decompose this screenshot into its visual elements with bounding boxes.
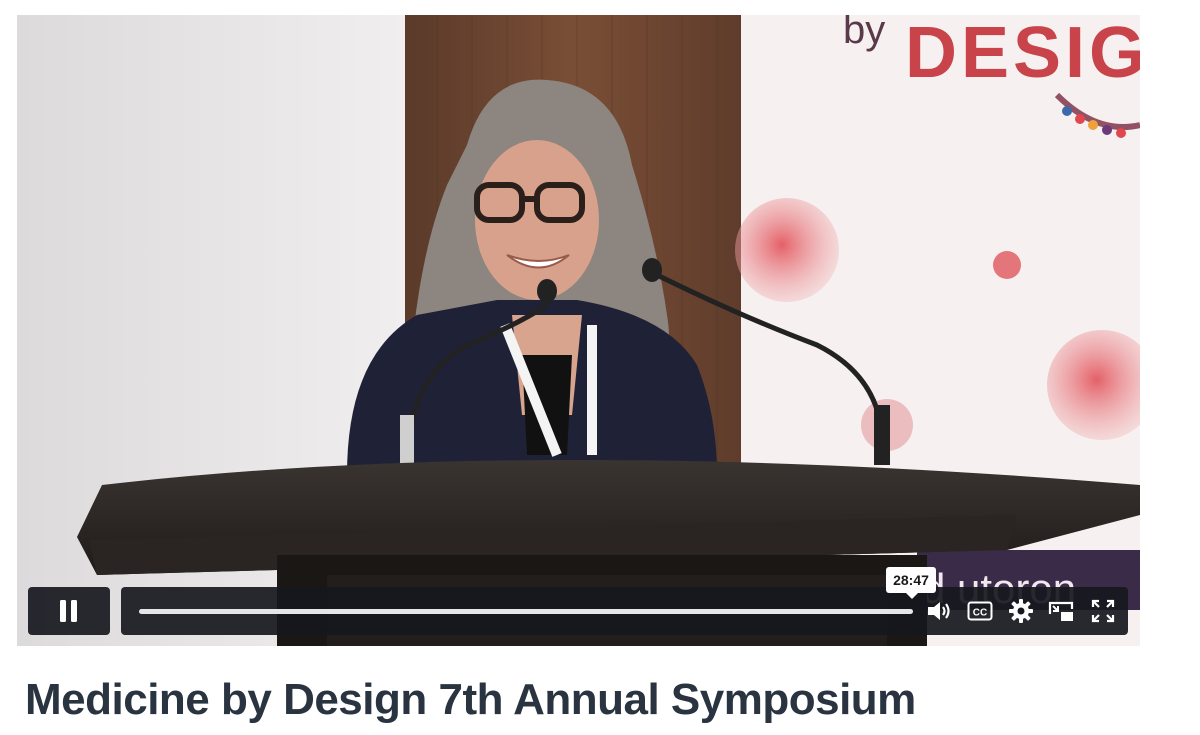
player-controls: 28:47 CC	[28, 567, 1128, 635]
video-title: Medicine by Design 7th Annual Symposium	[25, 675, 916, 724]
time-tooltip: 28:47	[886, 567, 936, 599]
fullscreen-button[interactable]	[1089, 597, 1117, 625]
captions-button[interactable]: CC	[966, 597, 994, 625]
pip-button[interactable]	[1047, 597, 1075, 625]
settings-button[interactable]	[1007, 597, 1035, 625]
banner-text-by: by	[843, 15, 885, 52]
fullscreen-icon	[1091, 599, 1115, 623]
picture-in-picture-icon	[1048, 601, 1074, 621]
cc-label: CC	[973, 608, 987, 619]
pause-button[interactable]	[28, 587, 110, 635]
gear-icon	[1009, 599, 1033, 623]
volume-icon	[928, 602, 950, 620]
video-frame[interactable]: by DESIG d utoron	[17, 15, 1140, 646]
progress-fill	[139, 609, 913, 614]
volume-button[interactable]	[925, 597, 953, 625]
progress-bar[interactable]	[139, 609, 913, 614]
pause-icon	[60, 600, 77, 622]
banner-text-brand: DESIG	[905, 15, 1140, 93]
control-bar: 28:47 CC	[121, 567, 1128, 635]
video-player[interactable]: by DESIG d utoron	[17, 15, 1140, 646]
cc-icon: CC	[967, 601, 993, 621]
